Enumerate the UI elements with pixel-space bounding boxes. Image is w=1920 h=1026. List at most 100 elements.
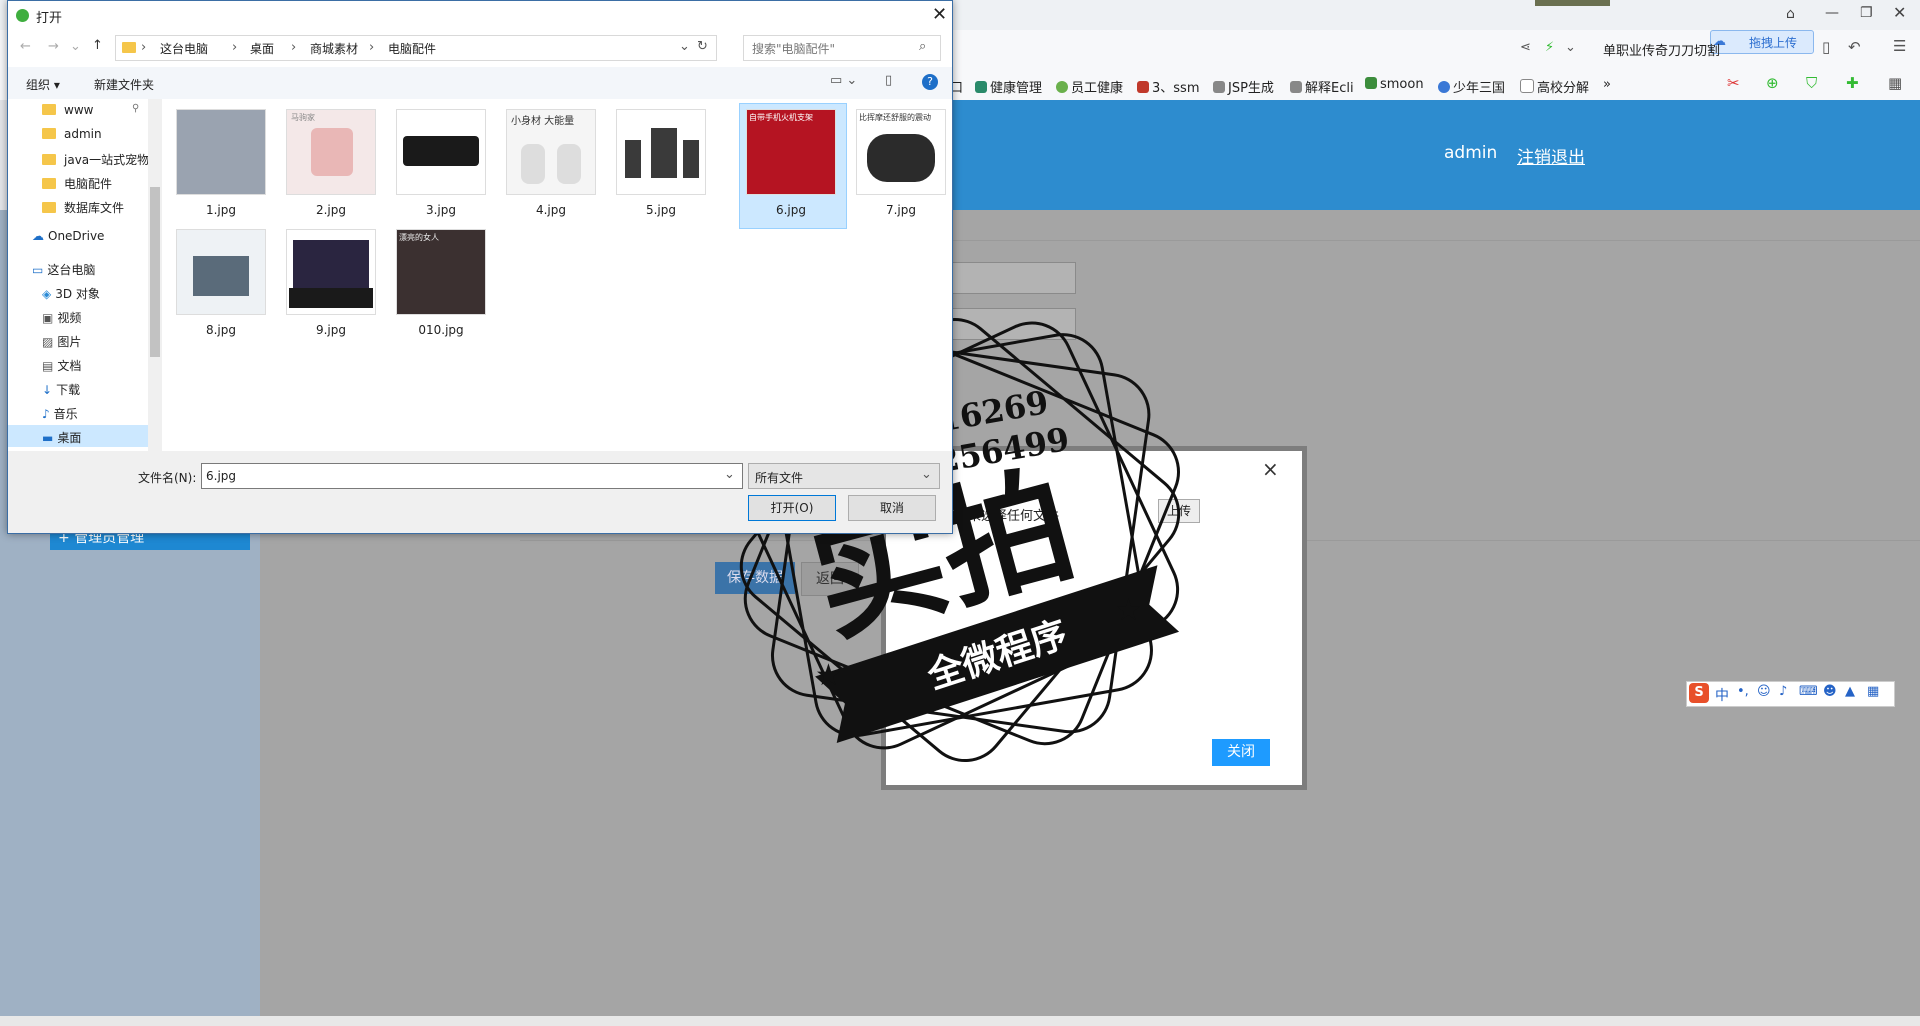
bolt-icon[interactable]: ⚡ (1545, 40, 1554, 55)
minimize-icon[interactable]: — (1825, 5, 1839, 21)
user-icon[interactable]: ☻ (1823, 684, 1837, 699)
chevron-down-icon[interactable]: ⌄ (724, 467, 735, 482)
thumbnail-caption: 自带手机火机支架 (749, 113, 813, 122)
chevron-down-icon[interactable]: ⌄ (1565, 40, 1576, 55)
logout-link[interactable]: 注销退出 (1517, 143, 1585, 168)
tree-item-onedrive[interactable]: ☁ OneDrive (32, 229, 104, 243)
tree-item-admin[interactable]: admin (42, 127, 102, 141)
tree-item-this-pc[interactable]: ▭ 这台电脑 (32, 261, 95, 278)
ime-chinese-mode[interactable]: 中 (1715, 685, 1729, 705)
help-icon[interactable]: ? (922, 74, 938, 90)
new-folder-button[interactable]: 新建文件夹 (94, 76, 154, 93)
close-icon[interactable]: × (1262, 457, 1279, 481)
file-item[interactable]: 漂亮的女人 010.jpg (391, 229, 491, 337)
bookmark-label: 健康管理 (990, 81, 1043, 96)
restore-icon[interactable]: ❐ (1860, 5, 1873, 21)
form-input[interactable] (940, 262, 1076, 294)
tree-item-pc-parts[interactable]: 电脑配件 (42, 175, 112, 192)
add-icon[interactable]: ⊕ (1766, 74, 1779, 92)
undo-icon[interactable]: ↶ (1848, 38, 1861, 56)
bookmark-health-mgmt[interactable]: 健康管理 (975, 77, 1042, 96)
bookmark-jsp[interactable]: JSP生成 (1213, 77, 1274, 96)
share-icon[interactable]: ⋖ (1520, 40, 1531, 55)
chevron-down-icon[interactable]: ⌄ (921, 467, 932, 482)
filename-input[interactable]: 6.jpg ⌄ (201, 463, 743, 489)
file-name: 3.jpg (425, 203, 457, 217)
bookmark-employee-health[interactable]: 员工健康 (1056, 77, 1123, 96)
breadcrumb-item[interactable]: 桌面 (250, 40, 274, 57)
bookmark-three-kingdoms[interactable]: 少年三国 (1438, 77, 1505, 96)
tree-label: 数据库文件 (64, 201, 125, 215)
back-arrow-icon[interactable]: ← (20, 39, 31, 54)
upload-badge[interactable]: ☁ 拖拽上传 (1710, 30, 1814, 54)
menu-icon[interactable]: ☰ (1893, 37, 1906, 55)
tree-label: admin (64, 127, 102, 141)
tree-item-downloads[interactable]: ↓ 下载 (42, 381, 80, 398)
grid-icon[interactable]: ▦ (1867, 684, 1879, 699)
tree-scrollbar[interactable] (148, 99, 162, 451)
tree-item-pictures[interactable]: ▨ 图片 (42, 333, 81, 350)
close-window-icon[interactable]: ✕ (1893, 3, 1906, 22)
filetype-select[interactable]: 所有文件 ⌄ (748, 463, 940, 489)
tree-item-www[interactable]: www (42, 103, 93, 117)
account-label[interactable]: 单职业传奇刀刀切割 (1603, 40, 1720, 59)
file-item[interactable]: 5.jpg (611, 109, 711, 217)
tree-label: 电脑配件 (64, 177, 113, 191)
bookmark-label: 少年三国 (1453, 81, 1506, 96)
file-item[interactable]: 比挥摩还舒服的震动 7.jpg (851, 109, 951, 217)
forward-arrow-icon[interactable]: → (48, 39, 59, 54)
breadcrumb-item[interactable]: 电脑配件 (388, 40, 436, 57)
file-item[interactable]: 小身材 大能量 4.jpg (501, 109, 601, 217)
shield-icon[interactable]: ⛉ (1806, 74, 1817, 92)
file-item[interactable]: 9.jpg (281, 229, 381, 337)
phone-icon[interactable]: ▯ (1822, 38, 1830, 56)
chevron-down-icon[interactable]: ⌄ (70, 39, 81, 54)
bookmark-college[interactable]: 高校分解 (1520, 77, 1589, 96)
tree-item-documents[interactable]: ▤ 文档 (42, 357, 81, 374)
gamepad-icon[interactable]: ✚ (1846, 74, 1859, 92)
breadcrumb[interactable]: › 这台电脑 › 桌面 › › 商城素材 › 电脑配件 ⌄ ↻ (115, 35, 717, 61)
open-button[interactable]: 打开(O) (748, 495, 836, 521)
view-icon[interactable]: ▭ ⌄ (830, 73, 857, 88)
keyboard-icon[interactable]: ⌨ (1799, 684, 1818, 699)
modal-close-button[interactable]: 关闭 (1212, 739, 1270, 766)
tree-item-db[interactable]: 数据库文件 (42, 199, 124, 216)
punct-icon[interactable]: •, (1737, 684, 1749, 699)
bookmark-eclipse[interactable]: 解释Ecli (1290, 77, 1354, 96)
cancel-button[interactable]: 取消 (848, 495, 936, 521)
tree-item-desktop[interactable]: ▬ 桌面 (42, 429, 81, 446)
file-item[interactable]: 马驹家 2.jpg (281, 109, 381, 217)
tree-item-video[interactable]: ▣ 视频 (42, 309, 81, 326)
preview-pane-icon[interactable]: ▯ (885, 73, 892, 88)
emoji-icon[interactable]: ☺ (1757, 684, 1771, 699)
grid-icon[interactable]: ▦ (1888, 74, 1902, 92)
file-item-selected[interactable]: 自带手机火机支架 6.jpg (741, 109, 841, 217)
file-item[interactable]: 1.jpg (171, 109, 271, 217)
bookmark-smoon[interactable]: smoon (1365, 77, 1424, 92)
refresh-icon[interactable]: ↻ (697, 39, 708, 54)
organize-button[interactable]: 组织 ▾ (26, 76, 60, 93)
close-icon[interactable]: ✕ (932, 4, 947, 25)
up-arrow-icon[interactable]: ↑ (92, 38, 103, 53)
mic-icon[interactable]: ♪ (1779, 684, 1787, 699)
scissors-icon[interactable]: ✂ (1727, 74, 1740, 92)
tree-item-music[interactable]: ♪ 音乐 (42, 405, 78, 422)
tree-item-3d[interactable]: ◈ 3D 对象 (42, 285, 100, 302)
chevron-right-icon: › (291, 40, 297, 55)
search-input[interactable]: 搜索"电脑配件" ⌕ (743, 35, 941, 61)
file-item[interactable]: 8.jpg (171, 229, 271, 337)
chevron-right-icon: › (232, 40, 238, 55)
file-name: 4.jpg (535, 203, 567, 217)
shirt-icon[interactable]: ⌂ (1786, 6, 1795, 22)
bookmarks-more[interactable]: » (1603, 77, 1611, 92)
skin-icon[interactable]: ▲ (1845, 684, 1855, 699)
breadcrumb-item[interactable]: 商城素材 (310, 40, 358, 57)
chevron-down-icon[interactable]: ⌄ (679, 39, 690, 54)
scrollbar-thumb[interactable] (150, 187, 160, 357)
file-item[interactable]: 3.jpg (391, 109, 491, 217)
bookmark-ssm[interactable]: 3、ssm (1137, 77, 1199, 96)
breadcrumb-item[interactable]: 这台电脑 (160, 40, 208, 57)
sogou-icon[interactable]: S (1689, 683, 1709, 703)
image-thumbnail: 自带手机火机支架 (746, 109, 836, 195)
tree-item-java[interactable]: java一站式宠物 (42, 151, 148, 168)
